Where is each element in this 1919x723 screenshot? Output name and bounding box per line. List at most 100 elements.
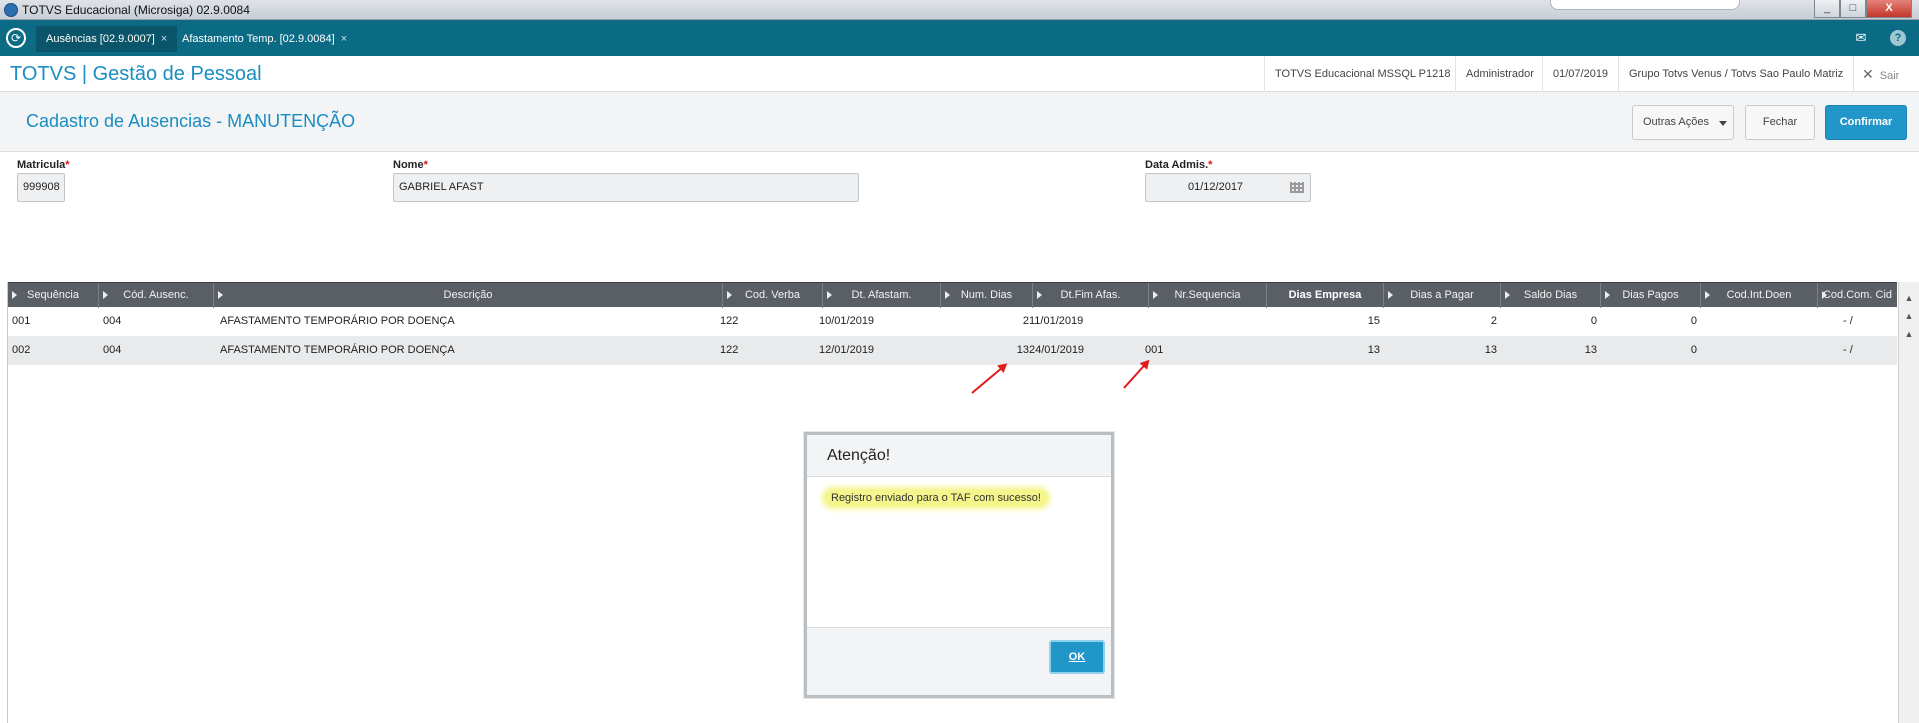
col-nr-sequencia[interactable]: Nr.Sequencia [1149,283,1267,308]
col-cod-com-cid[interactable]: Cod.Com. Cid [1818,283,1897,308]
alert-dialog: Atenção! Registro enviado para o TAF com… [804,432,1114,698]
cell-seq: 002 [12,344,31,356]
col-sequencia[interactable]: Sequência [8,283,99,308]
cell-saldo-dias: 0 [1590,315,1597,327]
confirmar-button[interactable]: Confirmar [1825,105,1907,140]
col-saldo-dias[interactable]: Saldo Dias [1501,283,1601,308]
sort-triangle-icon [945,291,950,299]
col-cod-int-doen[interactable]: Cod.Int.Doen [1701,283,1818,308]
cell-dt-fim: 11/01/2019 [1029,315,1084,327]
sort-triangle-icon [1388,291,1393,299]
sort-triangle-icon [1505,291,1510,299]
logout-label: Sair [1879,70,1900,82]
matricula-label: Matricula* [17,159,70,171]
tab-bar: ⟳ Ausências [02.9.0007] × Afastamento Tem… [0,20,1919,56]
cell-dt-afast: 10/01/2019 [819,315,875,327]
cell-dt-afast: 12/01/2019 [819,344,875,356]
data-admis-value: 01/12/2017 [1188,181,1244,193]
dialog-footer: OK [807,627,1111,695]
employee-form: Matricula* 999908 Nome* GABRIEL AFAST Da… [0,153,1919,278]
company-label: Grupo Totvs Venus / Totvs Sao Paulo Matr… [1618,56,1855,92]
tab-ausencias[interactable]: Ausências [02.9.0007] × [36,26,178,52]
sort-triangle-icon [12,291,17,299]
home-icon[interactable]: ⟳ [6,28,26,48]
col-num-dias[interactable]: Num. Dias [941,283,1033,308]
cell-verba: 122 [720,344,739,356]
col-descricao[interactable]: Descrição [214,283,723,308]
sort-triangle-icon [103,291,108,299]
scroll-page-up-icon[interactable]: ▲ [1903,309,1915,323]
logout-button[interactable]: ✕ Sair [1862,56,1899,92]
cell-dias-empresa: 15 [1367,315,1380,327]
nome-label: Nome* [393,159,428,171]
cell-dias-pagos: 0 [1690,315,1697,327]
col-dt-fim-afas[interactable]: Dt.Fim Afas. [1033,283,1149,308]
outras-acoes-label: Outras Ações [1642,116,1710,128]
col-dias-a-pagar[interactable]: Dias a Pagar [1384,283,1501,308]
sort-triangle-icon [218,291,223,299]
table-row[interactable]: 001 004 AFASTAMENTO TEMPORÁRIO POR DOENÇ… [8,307,1897,336]
sort-triangle-icon [727,291,732,299]
cell-cod: 004 [103,315,122,327]
dialog-title: Atenção! [827,447,891,464]
window-close-button[interactable]: X [1866,0,1912,18]
sort-triangle-icon [1153,291,1158,299]
cell-saldo-dias: 13 [1584,344,1597,356]
cell-num-dias: 13 [1016,344,1029,356]
data-admis-label: Data Admis.* [1145,159,1213,171]
data-admis-field[interactable]: 01/12/2017 [1145,173,1311,202]
cell-verba: 122 [720,315,739,327]
app-icon [4,3,18,17]
sort-triangle-icon [827,291,832,299]
scroll-up-icon[interactable]: ▲ [1903,327,1915,341]
sort-triangle-icon [1037,291,1042,299]
maximize-button[interactable]: □ [1840,0,1866,18]
app-header: TOTVS | Gestão de Pessoal TOTVS Educacio… [0,56,1919,92]
ok-button[interactable]: OK [1049,640,1105,674]
scroll-top-icon[interactable]: ▲ [1903,291,1915,305]
cell-dias-empresa: 13 [1367,344,1380,356]
cell-dias-pagos: 0 [1690,344,1697,356]
table-row[interactable]: 002 004 AFASTAMENTO TEMPORÁRIO POR DOENÇ… [8,336,1897,365]
calendar-icon[interactable] [1290,182,1304,193]
sort-triangle-icon [1705,291,1710,299]
col-cod-ausenc[interactable]: Cód. Ausenc. [99,283,214,308]
cell-cod-com-cid: - / [1843,315,1853,327]
cell-seq: 001 [12,315,31,327]
brand-title: TOTVS | Gestão de Pessoal [10,63,262,85]
cell-desc: AFASTAMENTO TEMPORÁRIO POR DOENÇA [220,315,455,327]
caret-down-icon [1719,121,1727,126]
minimize-button[interactable]: _ [1814,0,1840,18]
user-label: Administrador [1455,56,1544,92]
close-icon[interactable]: × [341,33,347,45]
close-icon: ✕ [1862,66,1874,82]
col-cod-verba[interactable]: Cod. Verba [723,283,823,308]
date-label: 01/07/2019 [1542,56,1618,92]
close-icon[interactable]: × [161,33,167,45]
cell-num-dias: 2 [1022,315,1029,327]
fechar-button[interactable]: Fechar [1745,105,1815,140]
cell-dias-a-pagar: 13 [1484,344,1497,356]
col-dias-pagos[interactable]: Dias Pagos [1601,283,1701,308]
sort-triangle-icon [1822,291,1827,299]
col-dt-afastam[interactable]: Dt. Afastam. [823,283,941,308]
page-title: Cadastro de Ausencias - MANUTENÇÃO [26,111,356,131]
tab-afastamento-temp[interactable]: Afastamento Temp. [02.9.0084] × [172,26,357,52]
mail-icon[interactable]: ✉ [1852,29,1870,47]
dialog-message: Registro enviado para o TAF com sucesso! [825,490,1047,506]
page-title-bar: Cadastro de Ausencias - MANUTENÇÃO Outra… [0,92,1919,152]
cell-desc: AFASTAMENTO TEMPORÁRIO POR DOENÇA [220,344,455,356]
cell-cod: 004 [103,344,122,356]
nome-field[interactable]: GABRIEL AFAST [393,173,859,202]
help-icon[interactable]: ? [1890,30,1906,46]
environment-label: TOTVS Educacional MSSQL P1218 [1264,56,1460,92]
col-dias-empresa[interactable]: Dias Empresa [1267,283,1384,308]
outras-acoes-button[interactable]: Outras Ações [1632,105,1734,140]
cell-dt-fim: 24/01/2019 [1029,344,1085,356]
background-window-edge [1550,0,1740,10]
matricula-field[interactable]: 999908 [17,173,65,202]
grid-header: Sequência Cód. Ausenc. Descrição Cod. Ve… [8,282,1897,308]
tab-label: Afastamento Temp. [02.9.0084] [182,33,335,45]
window-title: TOTVS Educacional (Microsiga) 02.9.0084 [22,3,250,17]
grid-scrollbar[interactable]: ▲ ▲ ▲ [1898,282,1919,723]
